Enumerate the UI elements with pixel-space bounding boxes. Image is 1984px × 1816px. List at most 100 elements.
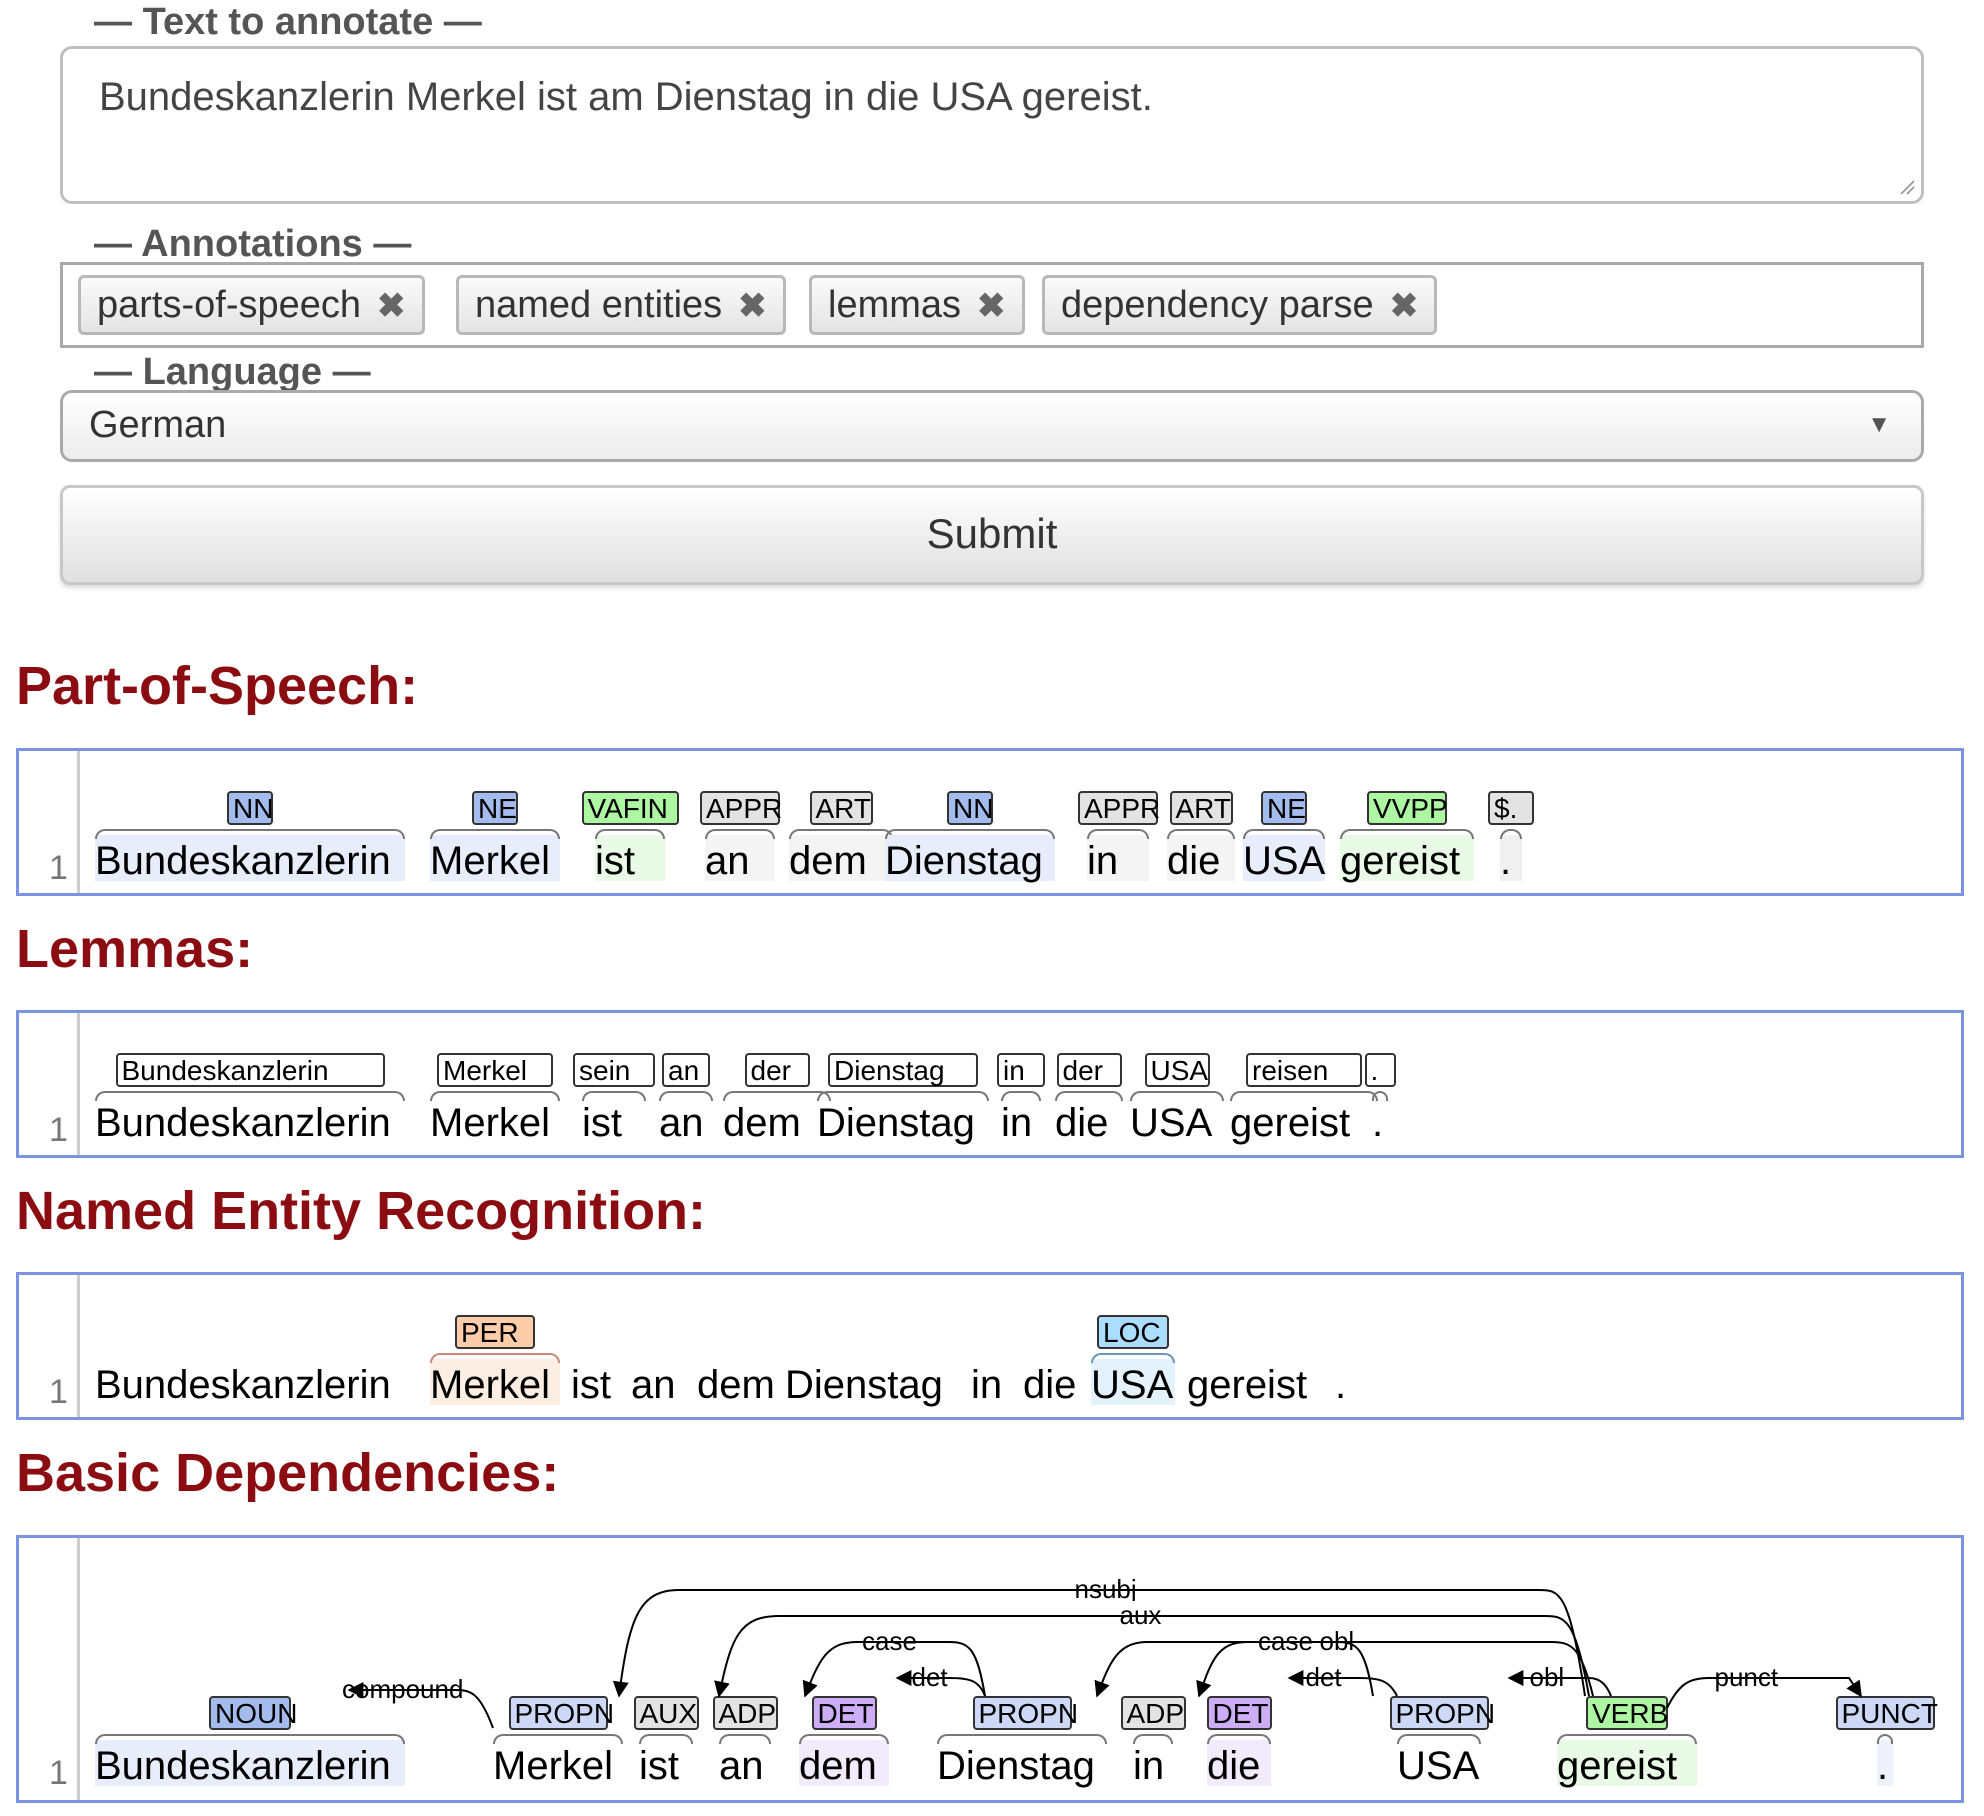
token: . bbox=[1372, 1101, 1384, 1145]
token: an bbox=[705, 839, 750, 883]
ner-panel: 1 Bundeskanzlerin Merkel ist an dem Dienstag i… bbox=[16, 1272, 1964, 1420]
pos-tag: ART bbox=[1169, 791, 1233, 825]
token-bracket bbox=[659, 1091, 713, 1101]
dependency-arc bbox=[802, 1641, 986, 1698]
token-bracket bbox=[1372, 1091, 1388, 1101]
token: gereist bbox=[1230, 1101, 1351, 1145]
remove-tag-icon[interactable]: ✖ bbox=[1390, 287, 1419, 325]
token: die bbox=[1167, 839, 1221, 883]
token-bracket bbox=[723, 1091, 831, 1101]
pos-tag: NN bbox=[947, 791, 993, 825]
token: . bbox=[1335, 1363, 1347, 1407]
pos-tag: VVPP bbox=[1367, 791, 1448, 825]
lemma-label: Dienstag bbox=[828, 1053, 978, 1087]
remove-tag-icon[interactable]: ✖ bbox=[977, 287, 1006, 325]
dependency-arc bbox=[895, 1670, 986, 1697]
token: die bbox=[1055, 1101, 1109, 1145]
remove-tag-icon[interactable]: ✖ bbox=[738, 287, 767, 325]
token: USA bbox=[1243, 839, 1326, 883]
token-bracket bbox=[95, 829, 405, 839]
pos-title: Part-of-Speech: bbox=[16, 656, 419, 716]
pos-tag: NE bbox=[472, 791, 518, 825]
token: ist bbox=[595, 839, 635, 883]
lemma-label: in bbox=[997, 1053, 1045, 1087]
token: gereist bbox=[1340, 839, 1461, 883]
lemma-label: an bbox=[662, 1053, 710, 1087]
chevron-down-icon: ▼ bbox=[1867, 411, 1891, 438]
deps-panel: 1 Bundeskanzlerin NOUN Merkel PROPN ist AUX an… bbox=[16, 1535, 1964, 1803]
tag-named-entities[interactable]: named entities ✖ bbox=[456, 275, 786, 335]
token: ist bbox=[582, 1101, 622, 1145]
dependency-arc bbox=[1666, 1677, 1862, 1709]
text-input[interactable]: Bundeskanzlerin Merkel ist am Dienstag i… bbox=[60, 46, 1924, 204]
token-bracket bbox=[595, 829, 665, 839]
dependency-arc bbox=[1196, 1641, 1374, 1698]
token: Merkel bbox=[430, 1101, 551, 1145]
lemma-label: Merkel bbox=[437, 1053, 553, 1087]
resize-handle-icon[interactable] bbox=[1899, 179, 1915, 195]
token-bracket bbox=[817, 1091, 989, 1101]
token: in bbox=[1087, 839, 1119, 883]
token: Dienstag bbox=[885, 839, 1043, 883]
submit-button[interactable]: Submit bbox=[60, 485, 1924, 585]
entity-label-loc: LOC bbox=[1097, 1315, 1169, 1349]
token-bracket bbox=[789, 829, 893, 839]
language-select[interactable]: German ▼ bbox=[60, 390, 1924, 462]
token-bracket bbox=[1500, 829, 1522, 839]
dependency-arc bbox=[1094, 1641, 1594, 1698]
token: dem bbox=[697, 1363, 775, 1407]
token: Dienstag bbox=[785, 1363, 943, 1407]
token: die bbox=[1023, 1363, 1077, 1407]
token-bracket bbox=[582, 1091, 646, 1101]
token: dem bbox=[789, 839, 867, 883]
token: an bbox=[659, 1101, 704, 1145]
token: . bbox=[1500, 839, 1512, 883]
dependency-arcs bbox=[347, 1589, 1862, 1729]
language-legend: — Language — bbox=[88, 350, 377, 394]
annotations-legend: — Annotations — bbox=[88, 222, 418, 266]
dependency-arc bbox=[714, 1615, 1590, 1698]
token-bracket bbox=[705, 829, 775, 839]
token-bracket bbox=[430, 1091, 560, 1101]
pos-panel: 1 Bundeskanzlerin NN Merkel NE ist VAFIN an APP… bbox=[16, 748, 1964, 896]
lemmas-title: Lemmas: bbox=[16, 919, 254, 979]
token-bracket bbox=[1001, 1091, 1041, 1101]
remove-tag-icon[interactable]: ✖ bbox=[377, 287, 406, 325]
dependency-arc bbox=[1507, 1670, 1612, 1697]
token: dem bbox=[723, 1101, 801, 1145]
token-bracket bbox=[885, 829, 1055, 839]
line-number: 1 bbox=[49, 1373, 68, 1411]
pos-tag: NN bbox=[227, 791, 273, 825]
lemmas-panel: 1 Bundeskanzlerin Bundeskanzlerin Merkel Me… bbox=[16, 1010, 1964, 1158]
lemma-label: reisen bbox=[1246, 1053, 1362, 1087]
pos-tag: VAFIN bbox=[581, 791, 679, 825]
pos-tag: ART bbox=[809, 791, 873, 825]
tag-lemmas[interactable]: lemmas ✖ bbox=[809, 275, 1025, 335]
token: gereist bbox=[1187, 1363, 1308, 1407]
tag-parts-of-speech[interactable]: parts-of-speech ✖ bbox=[78, 275, 425, 335]
token: Bundeskanzlerin bbox=[95, 839, 391, 883]
token: Merkel bbox=[430, 1363, 551, 1407]
lemma-label: Bundeskanzlerin bbox=[115, 1053, 385, 1087]
entity-bracket bbox=[430, 1353, 560, 1363]
token: USA bbox=[1130, 1101, 1213, 1145]
token-bracket bbox=[430, 829, 560, 839]
entity-label-per: PER bbox=[455, 1315, 535, 1349]
ner-title: Named Entity Recognition: bbox=[16, 1181, 707, 1241]
text-input-value: Bundeskanzlerin Merkel ist am Dienstag i… bbox=[99, 75, 1153, 119]
line-gutter bbox=[77, 1275, 80, 1417]
pos-tag: APPR bbox=[1078, 791, 1160, 825]
lemma-label: der bbox=[744, 1053, 810, 1087]
token-bracket bbox=[95, 1091, 405, 1101]
line-gutter bbox=[77, 751, 80, 893]
text-legend: — Text to annotate — bbox=[88, 0, 488, 44]
token-bracket bbox=[1243, 829, 1325, 839]
line-gutter bbox=[77, 1013, 80, 1155]
lemma-label: . bbox=[1364, 1053, 1396, 1087]
pos-tag: NE bbox=[1261, 791, 1307, 825]
token-bracket bbox=[1130, 1091, 1224, 1101]
token: USA bbox=[1091, 1363, 1174, 1407]
tag-dependency-parse[interactable]: dependency parse ✖ bbox=[1042, 275, 1438, 335]
token: Merkel bbox=[430, 839, 551, 883]
annotations-multiselect[interactable]: parts-of-speech ✖ named entities ✖ lemmas ✖… bbox=[60, 262, 1924, 348]
